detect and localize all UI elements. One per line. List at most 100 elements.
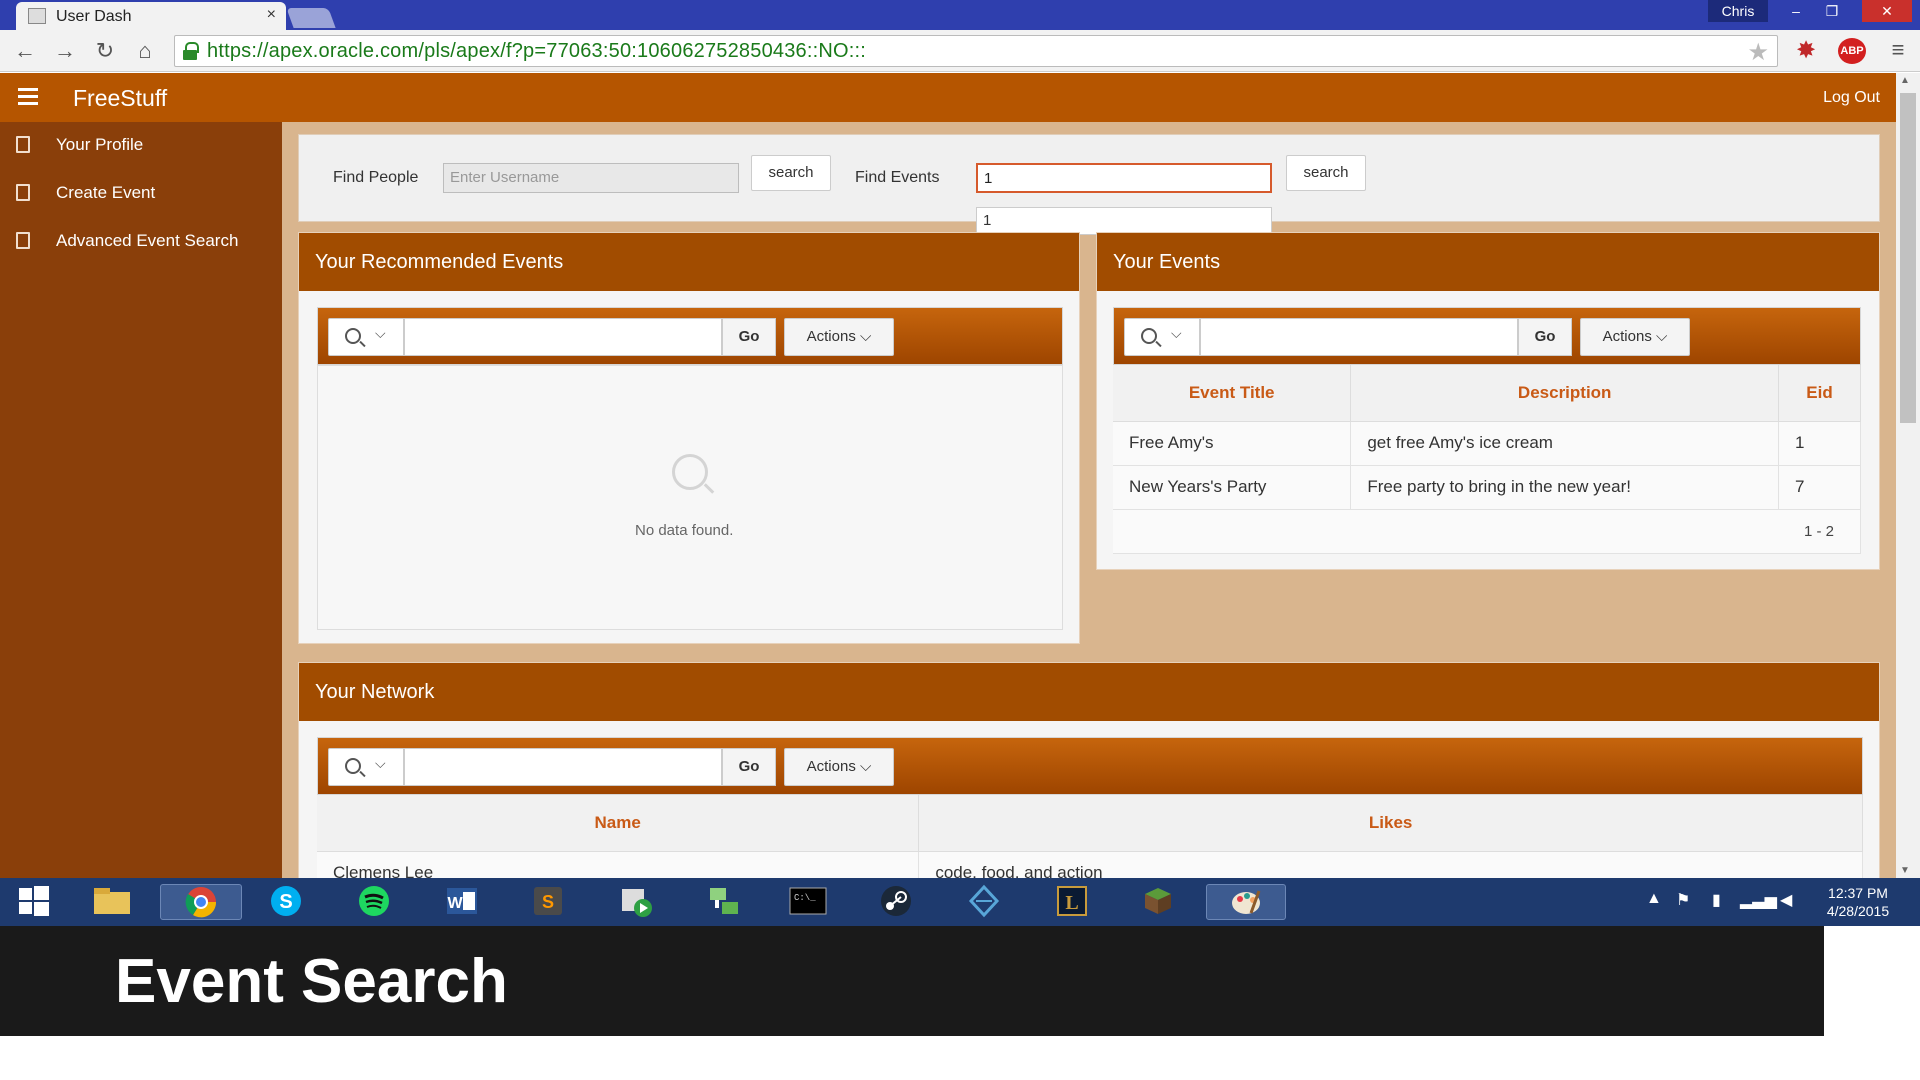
svg-text:W: W: [447, 895, 463, 912]
extension-icon[interactable]: ✸: [1792, 37, 1820, 65]
sublime-text-icon[interactable]: S: [526, 884, 570, 920]
sidebar-item-create-event[interactable]: Create Event: [0, 170, 282, 216]
page-scrollbar[interactable]: ▲ ▼: [1896, 73, 1920, 878]
browser-titlebar: User Dash × Chris – ❐ ✕: [0, 0, 1920, 30]
go-button[interactable]: Go: [722, 318, 776, 356]
spotify-icon[interactable]: [352, 884, 396, 920]
system-clock[interactable]: 12:37 PM 4/28/2015: [1818, 884, 1898, 920]
adblock-icon[interactable]: ABP: [1838, 38, 1866, 64]
table-header-row: Event Title Description Eid: [1113, 365, 1861, 422]
scrollbar-thumb[interactable]: [1900, 93, 1916, 423]
league-of-legends-icon[interactable]: L: [1050, 884, 1094, 920]
region-header: Your Network: [299, 663, 1879, 721]
actions-menu-button[interactable]: Actions ⌵: [784, 748, 894, 786]
bookmark-star-icon[interactable]: ★: [1747, 38, 1769, 67]
report-search-input[interactable]: [1200, 318, 1518, 356]
network-manager-icon[interactable]: [702, 884, 746, 920]
column-header-description[interactable]: Description: [1350, 365, 1780, 422]
media-player-icon[interactable]: [614, 884, 658, 920]
command-prompt-icon[interactable]: C:\_: [786, 884, 830, 920]
hamburger-menu-icon[interactable]: [18, 85, 38, 109]
forward-arrow-icon[interactable]: →: [52, 38, 78, 64]
search-region: Find People Enter Username search Find E…: [298, 134, 1880, 235]
find-events-label: Find Events: [855, 169, 940, 186]
word-icon[interactable]: W: [440, 884, 484, 920]
page-icon: [16, 136, 30, 153]
lock-icon: [183, 42, 199, 60]
chrome-icon[interactable]: [160, 884, 242, 920]
find-events-search-button[interactable]: search: [1286, 155, 1366, 191]
column-header-event-title[interactable]: Event Title: [1113, 365, 1352, 422]
description-cell: Free party to bring in the new year!: [1350, 465, 1780, 510]
minecraft-icon[interactable]: [1136, 884, 1180, 920]
caption-title: Event Search: [115, 947, 508, 1016]
pagination-text: 1 - 2: [1113, 509, 1861, 554]
show-hidden-icons-icon[interactable]: ▲: [1646, 890, 1662, 908]
event-title-cell: New Years's Party: [1113, 465, 1352, 510]
action-center-flag-icon[interactable]: ⚑: [1676, 890, 1690, 910]
browser-menu-icon[interactable]: ≡: [1886, 38, 1910, 62]
region-header: Your Events: [1097, 233, 1879, 291]
region-title: Your Network: [315, 681, 435, 703]
svg-text:S: S: [542, 892, 554, 912]
dota-icon[interactable]: [962, 884, 1006, 920]
column-search-dropdown[interactable]: ⌵: [328, 748, 404, 786]
logout-link[interactable]: Log Out: [1823, 89, 1880, 107]
search-icon: [345, 758, 361, 774]
table-header-row: Name Likes: [317, 795, 1863, 852]
address-bar[interactable]: https://apex.oracle.com/pls/apex/f?p=770…: [174, 35, 1778, 67]
new-tab-button[interactable]: [286, 8, 336, 28]
tab-favicon-icon: [28, 8, 46, 24]
sidebar-item-your-profile[interactable]: Your Profile: [0, 122, 282, 168]
paint-icon[interactable]: [1206, 884, 1286, 920]
home-icon[interactable]: ⌂: [132, 38, 158, 64]
go-button[interactable]: Go: [1518, 318, 1572, 356]
search-icon: [345, 328, 361, 344]
caption-band: Event Search: [0, 926, 1824, 1036]
find-people-input[interactable]: Enter Username: [443, 163, 739, 193]
windows-start-icon[interactable]: [12, 884, 56, 920]
browser-tab-user-dash[interactable]: User Dash ×: [16, 2, 286, 30]
profile-badge[interactable]: Chris: [1708, 0, 1768, 22]
chevron-down-icon: ⌵: [1171, 325, 1182, 341]
clock-date: 4/28/2015: [1826, 903, 1890, 919]
page-icon: [16, 232, 30, 249]
file-explorer-icon[interactable]: [90, 884, 134, 920]
scroll-up-arrow-icon[interactable]: ▲: [1900, 75, 1910, 86]
minimize-icon[interactable]: –: [1778, 0, 1814, 22]
battery-icon[interactable]: ▮: [1712, 890, 1721, 910]
eid-cell: 7: [1778, 465, 1861, 510]
reload-icon[interactable]: ↻: [92, 38, 118, 64]
column-header-eid[interactable]: Eid: [1778, 365, 1861, 422]
volume-icon[interactable]: ◀: [1780, 890, 1792, 910]
column-header-name[interactable]: Name: [317, 795, 920, 852]
find-people-search-button[interactable]: search: [751, 155, 831, 191]
svg-text:S: S: [279, 891, 292, 913]
actions-menu-button[interactable]: Actions ⌵: [1580, 318, 1690, 356]
sidebar-item-advanced-event-search[interactable]: Advanced Event Search: [0, 218, 282, 264]
find-events-input[interactable]: 1: [976, 163, 1272, 193]
event-title-cell: Free Amy's: [1113, 421, 1352, 466]
back-arrow-icon[interactable]: ←: [12, 38, 38, 64]
tab-close-icon[interactable]: ×: [267, 6, 276, 24]
go-button[interactable]: Go: [722, 748, 776, 786]
app-title[interactable]: FreeStuff: [73, 85, 167, 112]
sidebar-item-label: Advanced Event Search: [56, 231, 239, 250]
actions-menu-button[interactable]: Actions ⌵: [784, 318, 894, 356]
steam-icon[interactable]: [874, 884, 918, 920]
column-search-dropdown[interactable]: ⌵: [1124, 318, 1200, 356]
sidebar-item-label: Create Event: [56, 183, 156, 202]
your-events-table: Event Title Description Eid Free Amy's g…: [1113, 365, 1861, 554]
region-title: Your Recommended Events: [315, 251, 564, 273]
column-header-likes[interactable]: Likes: [918, 795, 1863, 852]
url-text[interactable]: https://apex.oracle.com/pls/apex/f?p=770…: [207, 40, 866, 63]
restore-icon[interactable]: ❐: [1814, 0, 1850, 22]
report-search-input[interactable]: [404, 748, 722, 786]
skype-icon[interactable]: S: [264, 884, 308, 920]
autocomplete-option[interactable]: 1: [976, 207, 1272, 235]
close-window-icon[interactable]: ✕: [1862, 0, 1912, 22]
scroll-down-arrow-icon[interactable]: ▼: [1900, 865, 1910, 876]
signal-strength-icon[interactable]: ▂▃▅: [1740, 890, 1777, 910]
report-search-input[interactable]: [404, 318, 722, 356]
column-search-dropdown[interactable]: ⌵: [328, 318, 404, 356]
